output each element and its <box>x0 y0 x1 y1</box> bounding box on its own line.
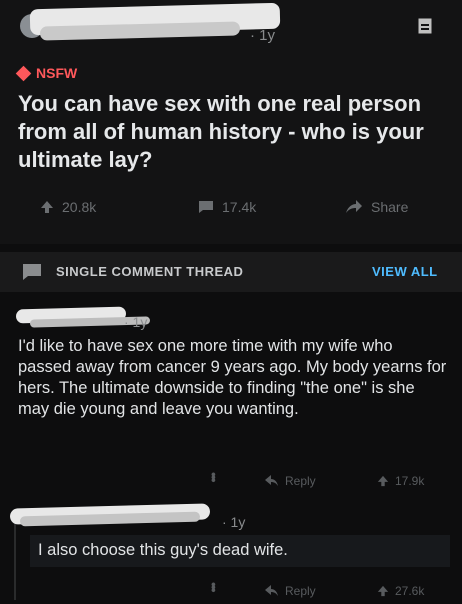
reply-arrow-icon <box>265 475 278 486</box>
upvote-button[interactable]: 17.9k <box>377 474 424 488</box>
upvote-button[interactable]: 20.8k <box>40 199 96 215</box>
more-options-icon[interactable]: ••• <box>206 472 222 481</box>
comment-icon <box>199 201 213 213</box>
reply-label: Reply <box>285 474 316 488</box>
post-card: · 1y NSFW You can have sex with one real… <box>0 0 462 244</box>
comment-icon <box>23 264 41 280</box>
share-label: Share <box>371 199 409 215</box>
upvote-arrow-icon <box>41 201 53 213</box>
comment-age: · 1y <box>222 514 246 530</box>
comment-actions: ••• Reply 17.9k <box>0 472 462 494</box>
comment-count: 17.4k <box>222 199 257 215</box>
post-title[interactable]: You can have sex with one real person fr… <box>18 90 438 174</box>
more-options-icon[interactable]: ••• <box>206 582 222 591</box>
view-all-link[interactable]: VIEW ALL <box>372 264 438 279</box>
single-comment-thread-bar: SINGLE COMMENT THREAD VIEW ALL <box>0 252 462 292</box>
reply-button[interactable]: Reply <box>265 474 316 488</box>
reply-label: Reply <box>285 584 316 598</box>
comment-body: I also choose this guy's dead wife. <box>38 541 288 559</box>
share-button[interactable]: Share <box>345 199 408 215</box>
post-actions: 20.8k 17.4k Share <box>0 196 462 220</box>
upvote-button[interactable]: 27.6k <box>377 584 424 598</box>
comment-body: I'd like to have sex one more time with … <box>18 337 447 418</box>
nsfw-badge: NSFW <box>15 65 78 81</box>
comments-button[interactable]: 17.4k <box>198 199 256 215</box>
nsfw-icon <box>15 65 32 81</box>
post-age: · 1y <box>250 27 276 44</box>
thread-label: SINGLE COMMENT THREAD <box>56 264 244 279</box>
share-arrow-icon <box>346 200 362 213</box>
reply-arrow-icon <box>265 585 278 596</box>
comment-age: · 1y <box>124 314 148 330</box>
upvote-arrow-icon <box>377 475 389 487</box>
vote-count: 27.6k <box>395 584 425 598</box>
reply-button[interactable]: Reply <box>265 584 316 598</box>
save-icon[interactable] <box>418 18 432 34</box>
vote-count: 17.9k <box>395 474 425 488</box>
upvote-count: 20.8k <box>62 199 97 215</box>
nsfw-label: NSFW <box>36 65 78 81</box>
comment-actions: ••• Reply 27.6k <box>0 582 462 604</box>
upvote-arrow-icon <box>377 585 389 597</box>
